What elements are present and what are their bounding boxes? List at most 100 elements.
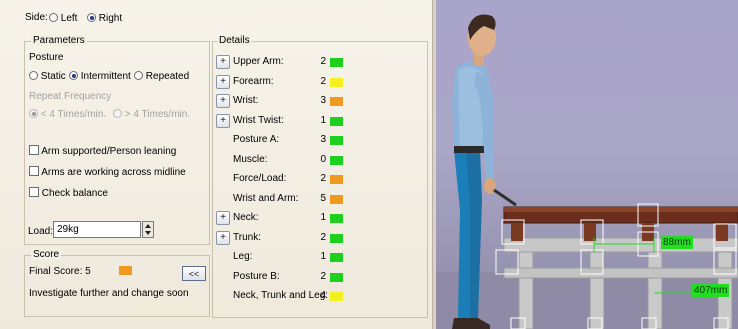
details-row-label: Posture B: <box>233 271 280 282</box>
table-support <box>716 223 728 241</box>
details-row-value: 4 <box>320 290 326 301</box>
repeat-less-radio[interactable] <box>29 109 38 118</box>
details-row-label: Leg: <box>233 251 253 262</box>
spin-up-icon[interactable] <box>145 224 151 228</box>
repeat-frequency-label: Repeat Frequency <box>29 91 112 102</box>
details-row-value: 1 <box>320 115 326 126</box>
posture-static-option[interactable]: Static <box>29 71 66 82</box>
table-beam <box>503 267 738 279</box>
rula-analysis-dialog: Side: Left Right Parameters Posture Stat… <box>0 0 433 329</box>
side-right-option[interactable]: Right <box>87 13 122 24</box>
details-row-value: 1 <box>320 251 326 262</box>
details-row-color <box>330 58 343 67</box>
dimension-label-88: 88mm <box>661 236 693 249</box>
details-row-color <box>330 292 343 301</box>
details-row-color <box>330 136 343 145</box>
posture-intermittent-radio[interactable] <box>69 71 78 80</box>
details-row-color <box>330 253 343 262</box>
arms-midline-checkbox[interactable] <box>29 166 39 176</box>
details-row-value: 0 <box>320 154 326 165</box>
table-leg <box>589 243 605 329</box>
app-window: Side: Left Right Parameters Posture Stat… <box>0 0 738 329</box>
table-beam <box>503 237 738 253</box>
arms-midline-label: Arms are working across midline <box>41 167 186 178</box>
details-row-value: 2 <box>320 173 326 184</box>
arm-supported-checkbox-row[interactable]: Arm supported/Person leaning <box>29 145 176 157</box>
table-leg <box>518 243 534 329</box>
details-row-color <box>330 175 343 184</box>
load-label: Load: <box>28 226 54 237</box>
details-row-value: 2 <box>320 232 326 243</box>
repeat-less-option[interactable]: < 4 Times/min. <box>29 109 106 120</box>
posture-static-radio[interactable] <box>29 71 38 80</box>
arm-supported-label: Arm supported/Person leaning <box>41 146 177 157</box>
details-row-value: 2 <box>320 76 326 87</box>
details-row-value: 1 <box>320 212 326 223</box>
side-right-label: Right <box>98 13 123 24</box>
details-row-label: Muscle: <box>233 154 268 165</box>
posture-label: Posture <box>29 52 64 63</box>
details-row-color <box>330 273 343 282</box>
details-row-color <box>330 117 343 126</box>
details-row-label: Neck, Trunk and Leg: <box>233 290 329 301</box>
score-message: Investigate further and change soon <box>29 288 189 299</box>
parameters-title: Parameters <box>31 35 87 46</box>
details-row-color <box>330 78 343 87</box>
details-row-value: 2 <box>320 271 326 282</box>
spin-down-icon[interactable] <box>145 231 151 235</box>
dimension-label-407: 407mm <box>692 284 730 297</box>
details-row-value: 3 <box>320 95 326 106</box>
details-row-label: Trunk: <box>233 232 261 243</box>
details-row-label: Posture A: <box>233 134 280 145</box>
details-row-value: 2 <box>320 56 326 67</box>
side-left-label: Left <box>60 13 78 24</box>
repeat-less-label: < 4 Times/min. <box>40 109 107 120</box>
expand-button[interactable]: + <box>216 55 230 69</box>
posture-static-label: Static <box>40 71 66 82</box>
repeat-more-label: > 4 Times/min. <box>124 109 191 120</box>
details-row-color <box>330 97 343 106</box>
details-row-label: Upper Arm: <box>233 56 284 67</box>
collapse-details-button[interactable]: << <box>182 266 206 281</box>
expand-button[interactable]: + <box>216 231 230 245</box>
final-score-color <box>119 266 132 275</box>
load-input[interactable] <box>53 221 141 238</box>
check-balance-checkbox[interactable] <box>29 187 39 197</box>
repeat-more-radio[interactable] <box>113 109 122 118</box>
details-row-value: 5 <box>320 193 326 204</box>
details-row-value: 3 <box>320 134 326 145</box>
arm-supported-checkbox[interactable] <box>29 145 39 155</box>
load-spinner[interactable] <box>142 221 154 238</box>
side-left-option[interactable]: Left <box>49 13 77 24</box>
posture-repeated-label: Repeated <box>145 71 190 82</box>
table-top-edge <box>504 207 738 212</box>
details-row-color <box>330 156 343 165</box>
side-left-radio[interactable] <box>49 13 58 22</box>
expand-button[interactable]: + <box>216 75 230 89</box>
posture-intermittent-option[interactable]: Intermittent <box>69 71 131 82</box>
check-balance-checkbox-row[interactable]: Check balance <box>29 187 108 199</box>
side-right-radio[interactable] <box>87 13 96 22</box>
details-row-label: Wrist and Arm: <box>233 193 299 204</box>
score-title: Score <box>31 249 62 260</box>
details-row-label: Force/Load: <box>233 173 287 184</box>
expand-button[interactable]: + <box>216 94 230 108</box>
details-title: Details <box>217 35 252 46</box>
posture-intermittent-label: Intermittent <box>80 71 131 82</box>
repeat-more-option[interactable]: > 4 Times/min. <box>113 109 190 120</box>
arms-midline-checkbox-row[interactable]: Arms are working across midline <box>29 166 186 178</box>
table-support <box>511 223 523 241</box>
details-row-color <box>330 214 343 223</box>
posture-repeated-radio[interactable] <box>134 71 143 80</box>
side-label: Side: <box>25 12 48 23</box>
score-group: Score <box>24 249 210 317</box>
details-row-label: Forearm: <box>233 76 274 87</box>
check-balance-label: Check balance <box>41 188 108 199</box>
3d-viewport[interactable]: 88mm 407mm <box>436 0 738 329</box>
expand-button[interactable]: + <box>216 211 230 225</box>
expand-button[interactable]: + <box>216 114 230 128</box>
details-row-color <box>330 195 343 204</box>
final-score-label: Final Score: 5 <box>29 266 91 277</box>
scene-svg <box>436 14 738 329</box>
posture-repeated-option[interactable]: Repeated <box>134 71 189 82</box>
